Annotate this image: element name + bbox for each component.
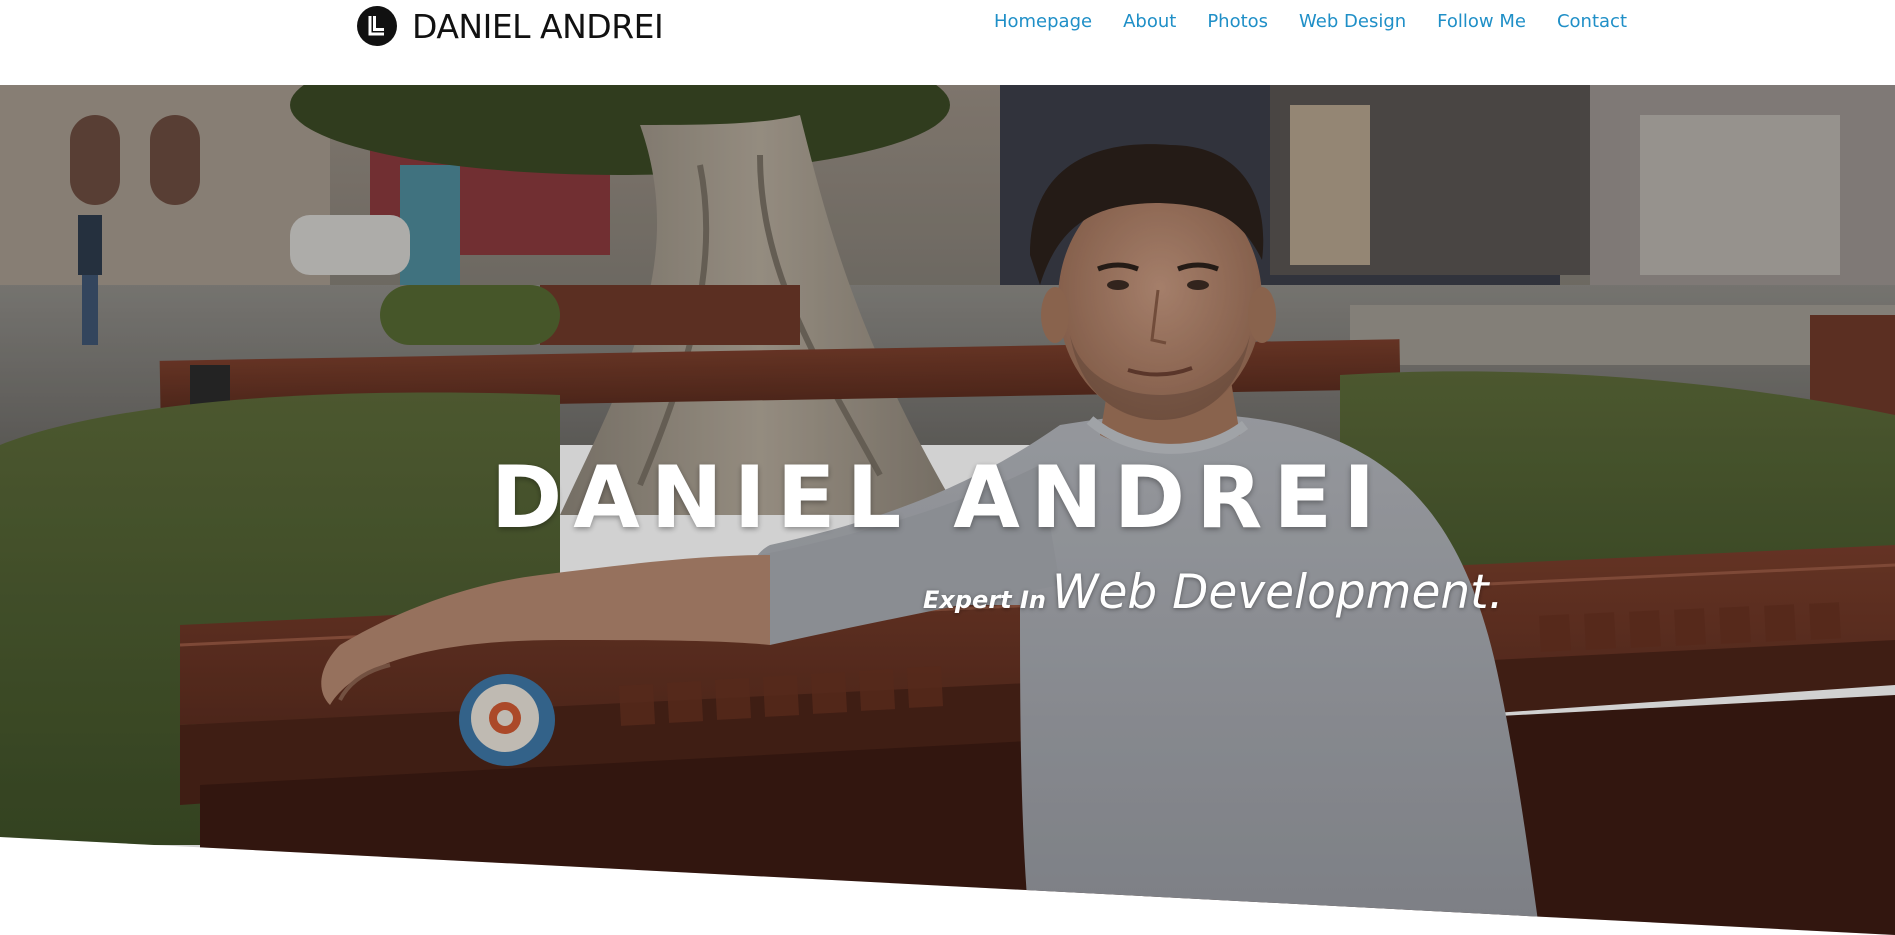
nav-about[interactable]: About	[1123, 10, 1176, 34]
hero-title: DANIEL ANDREI	[490, 448, 1387, 548]
logo-text: DANIEL ANDREI	[412, 6, 664, 46]
hero-subtitle-prefix: Expert In	[923, 586, 1047, 614]
main-nav: Homepage About Photos Web Design Follow …	[963, 10, 1627, 34]
site-header: DANIEL ANDREI Homepage About Photos Web …	[0, 0, 1895, 85]
nav-photos[interactable]: Photos	[1207, 10, 1268, 34]
nav-contact[interactable]: Contact	[1557, 10, 1627, 34]
site-logo[interactable]: DANIEL ANDREI	[357, 4, 664, 48]
logo-icon	[357, 6, 397, 46]
nav-web-design[interactable]: Web Design	[1299, 10, 1406, 34]
hero-subtitle-main: Web Development.	[1052, 565, 1504, 620]
nav-homepage[interactable]: Homepage	[994, 10, 1092, 34]
hero-section: DANIEL ANDREI Expert In Web Development.	[0, 85, 1895, 935]
hero-subtitle: Expert In Web Development.	[923, 565, 1504, 620]
nav-follow-me[interactable]: Follow Me	[1437, 10, 1526, 34]
